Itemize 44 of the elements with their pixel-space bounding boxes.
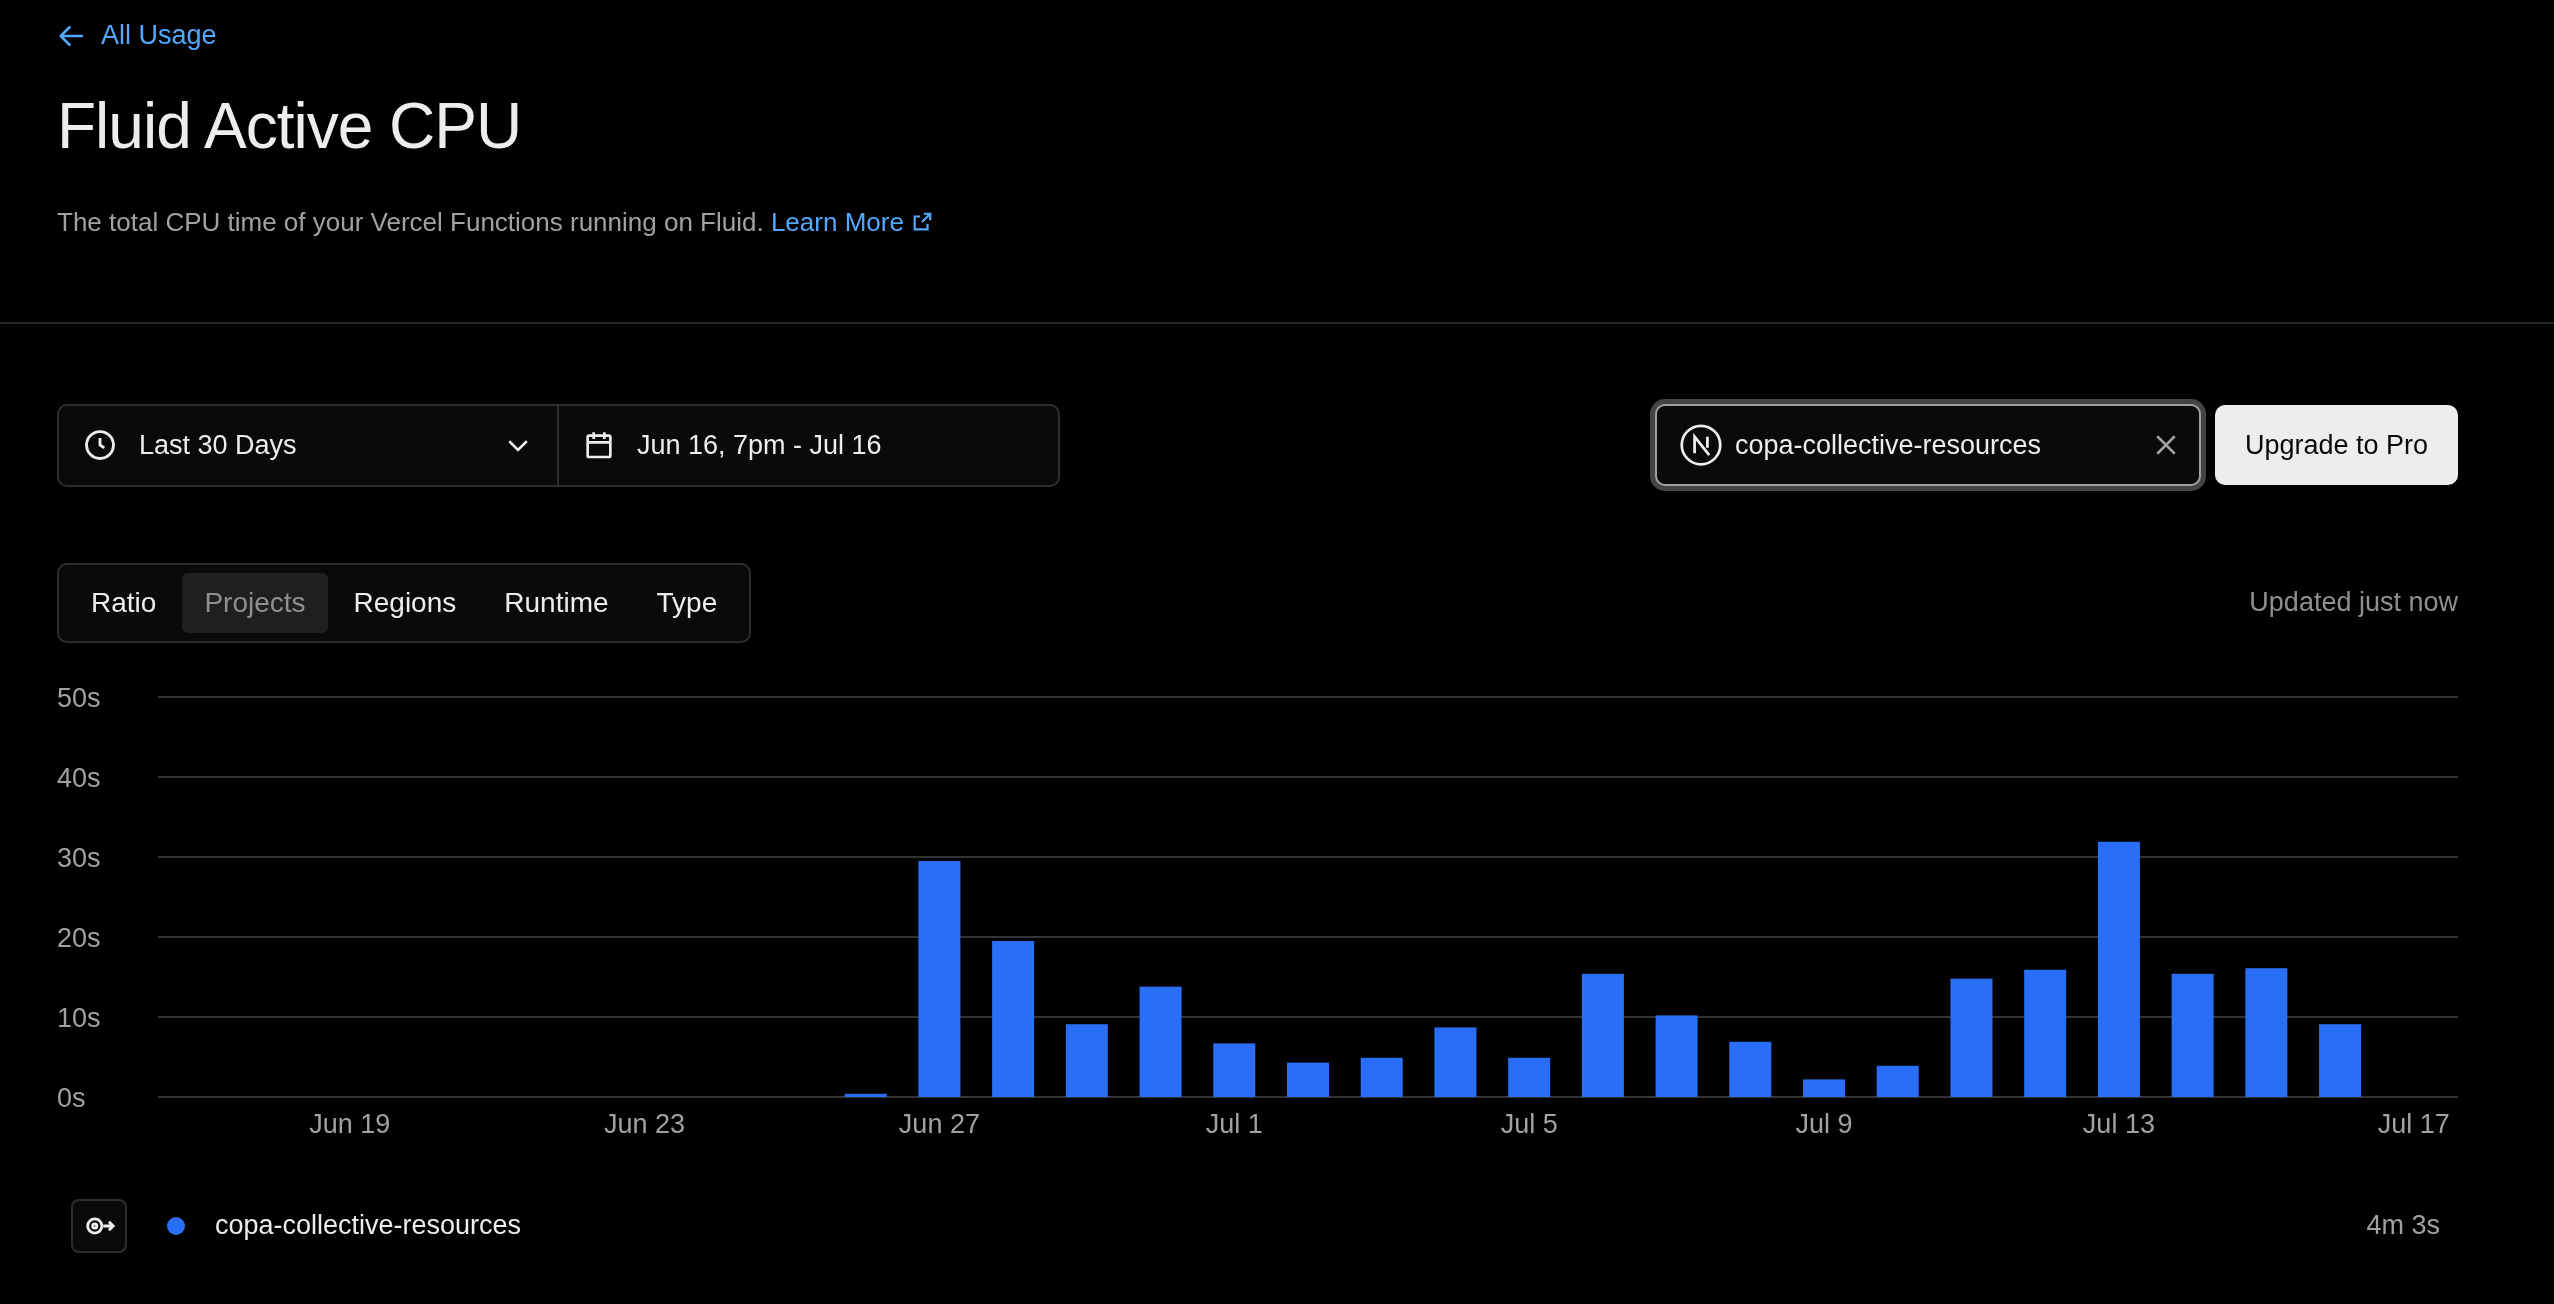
y-axis-label: 30s xyxy=(57,842,101,873)
page-title: Fluid Active CPU xyxy=(57,88,523,163)
y-axis-label: 50s xyxy=(57,682,101,713)
tab[interactable]: Type xyxy=(634,572,740,633)
page-description: The total CPU time of your Vercel Functions running on Fluid. Learn More xyxy=(57,206,2497,322)
tab[interactable]: Ratio xyxy=(69,572,179,633)
x-axis-label: Jul 17 xyxy=(2377,1108,2450,1139)
bar xyxy=(1434,1026,1477,1097)
calendar-icon xyxy=(583,429,615,461)
n-logo-icon xyxy=(1678,423,1723,467)
y-axis-label: 10s xyxy=(57,1002,101,1033)
y-axis-label: 0s xyxy=(57,1082,86,1113)
tab[interactable]: Projects xyxy=(182,572,328,633)
back-link[interactable]: All Usage xyxy=(57,20,217,51)
bar xyxy=(1508,1057,1551,1097)
learn-more-link[interactable]: Learn More xyxy=(770,206,934,237)
period-dropdown[interactable]: Last 30 Days xyxy=(59,405,559,485)
x-axis-label: Jul 1 xyxy=(1205,1108,1263,1139)
tab[interactable]: Regions xyxy=(331,572,479,633)
external-link-icon xyxy=(911,210,934,233)
upgrade-button[interactable]: Upgrade to Pro xyxy=(2214,405,2458,485)
project-filter-input[interactable]: copa-collective-resources xyxy=(1732,428,2141,462)
y-axis-label: 20s xyxy=(57,922,101,953)
bar xyxy=(1729,1041,1772,1097)
updated-status: Updated just now xyxy=(2249,587,2458,618)
bar xyxy=(1360,1057,1403,1097)
usage-total: 4m 3s xyxy=(2366,1210,2440,1241)
bar xyxy=(1876,1065,1919,1097)
project-name: copa-collective-resources xyxy=(215,1210,523,1241)
x-axis-label: Jul 5 xyxy=(1500,1108,1558,1139)
date-range-button[interactable]: Jun 16, 7pm - Jul 16 xyxy=(559,405,906,485)
bar xyxy=(844,1093,887,1097)
clock-icon xyxy=(83,428,117,462)
function-icon xyxy=(71,1198,127,1253)
tab[interactable]: Runtime xyxy=(482,572,631,633)
x-axis-label: Jul 9 xyxy=(1795,1108,1853,1139)
x-axis-label: Jun 23 xyxy=(604,1108,686,1139)
x-axis-label: Jun 19 xyxy=(309,1108,391,1139)
x-axis-label: Jul 13 xyxy=(2082,1108,2155,1139)
bar xyxy=(1803,1078,1846,1097)
bar xyxy=(1287,1062,1329,1097)
y-axis-label: 40s xyxy=(57,762,101,793)
bar xyxy=(1213,1042,1256,1097)
x-axis-label: Jun 27 xyxy=(898,1108,980,1139)
